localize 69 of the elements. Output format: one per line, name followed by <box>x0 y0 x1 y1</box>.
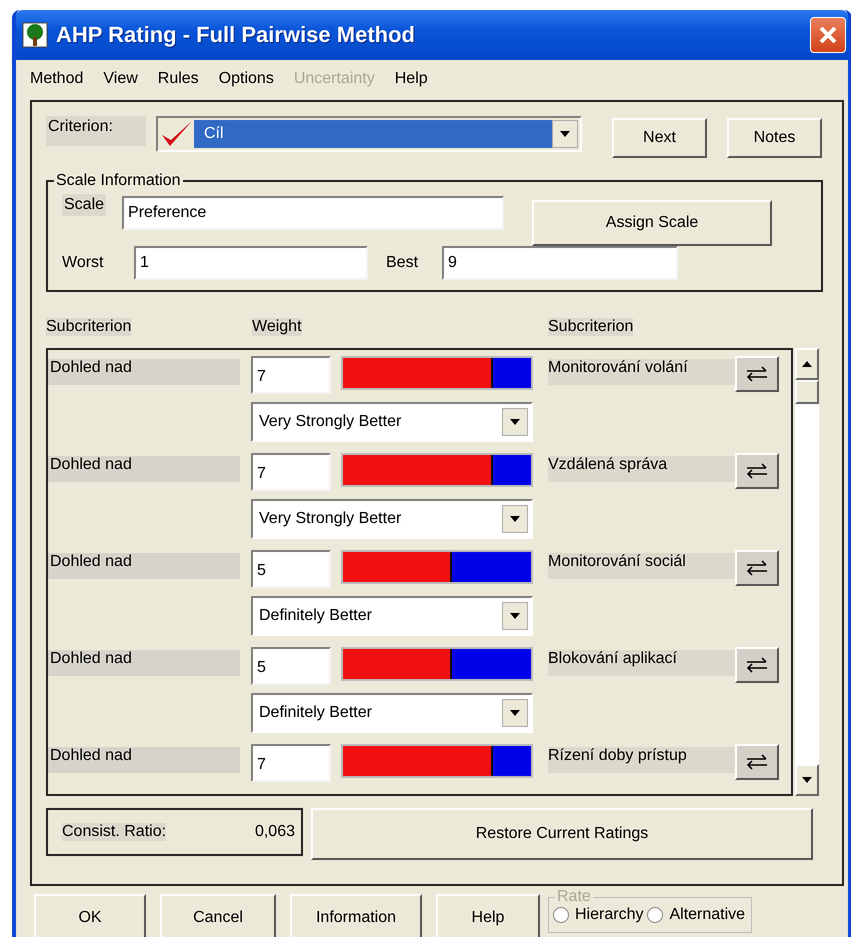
worst-field[interactable]: 1 <box>134 246 368 280</box>
restore-ratings-button[interactable]: Restore Current Ratings <box>311 808 813 860</box>
menu-item[interactable]: Rules <box>158 70 199 92</box>
subcriterion-cell: Dohled nad <box>48 553 240 579</box>
weight-field[interactable]: 7 <box>251 356 331 394</box>
consistency-value: 0,063 <box>254 823 295 841</box>
best-label: Best <box>386 254 420 272</box>
weight-field[interactable]: 5 <box>251 647 331 685</box>
tree-icon <box>22 22 48 48</box>
swap-arrows-icon <box>746 754 768 770</box>
scrollbar[interactable] <box>795 348 819 796</box>
caret-icon <box>559 130 571 138</box>
column-header: Subcriterion <box>46 318 132 336</box>
group-title: Scale Information <box>55 172 182 190</box>
group-title: Rate <box>556 888 592 906</box>
criterion-dropdown[interactable]: Cíl <box>156 116 582 152</box>
caret-icon <box>509 515 521 523</box>
swap-button[interactable] <box>735 744 779 780</box>
verbal-dropdown[interactable]: Very Strongly Better <box>251 402 533 442</box>
consistency-label: Consist. Ratio: <box>62 823 166 841</box>
caret-icon <box>801 776 813 784</box>
swap-arrows-icon <box>746 560 768 576</box>
weight-field[interactable]: 7 <box>251 453 331 491</box>
subcriterion-cell: Dohled nad <box>48 747 240 773</box>
subcriterion-cell: Vzdálená správa <box>548 456 738 482</box>
weight-field[interactable]: 7 <box>251 744 331 782</box>
swap-button[interactable] <box>735 550 779 586</box>
dialog-button[interactable]: Cancel <box>160 894 276 937</box>
window-title: AHP Rating - Full Pairwise Method <box>56 22 416 48</box>
swap-arrows-icon <box>746 657 768 673</box>
subcriterion-cell: Monitorování sociál <box>548 553 738 579</box>
weight-field[interactable]: 5 <box>251 550 331 588</box>
verbal-dropdown[interactable]: Very Strongly Better <box>251 499 533 539</box>
verbal-dropdown[interactable]: Definitely Better <box>251 596 533 636</box>
assign-scale-button[interactable]: Assign Scale <box>532 200 772 246</box>
close-button[interactable] <box>810 17 846 53</box>
criterion-label: Criterion: <box>46 116 146 146</box>
dialog-button[interactable]: OK <box>34 894 146 937</box>
scale-field[interactable]: Preference <box>122 196 504 230</box>
column-header: Weight <box>252 318 302 336</box>
menu-item[interactable]: Options <box>218 70 274 92</box>
dialog-button[interactable]: Help <box>436 894 540 937</box>
dialog-button[interactable]: Information <box>290 894 422 937</box>
worst-label: Worst <box>62 254 104 272</box>
swap-arrows-icon <box>746 366 768 382</box>
verbal-dropdown[interactable]: Definitely Better <box>251 693 533 733</box>
menu-item[interactable]: Method <box>30 70 84 92</box>
swap-arrows-icon <box>746 463 768 479</box>
menu-item[interactable]: Help <box>394 70 428 92</box>
subcriterion-cell: Rízení doby prístup <box>548 747 738 773</box>
column-header: Subcriterion <box>548 318 634 336</box>
scrollbar-thumb[interactable] <box>795 380 819 404</box>
dialog-button[interactable]: Next <box>612 118 707 158</box>
dialog-button[interactable]: Notes <box>727 118 822 158</box>
caret-icon <box>509 709 521 717</box>
swap-button[interactable] <box>735 453 779 489</box>
scale-label: Scale <box>62 194 106 216</box>
subcriterion-cell: Dohled nad <box>48 359 240 385</box>
caret-icon <box>509 418 521 426</box>
subcriterion-cell: Blokování aplikací <box>548 650 738 676</box>
subcriterion-cell: Dohled nad <box>48 650 240 676</box>
subcriterion-cell: Monitorování volání <box>548 359 738 385</box>
caret-icon <box>801 360 813 368</box>
swap-button[interactable] <box>735 356 779 392</box>
menu-item[interactable]: View <box>103 70 138 92</box>
swap-button[interactable] <box>735 647 779 683</box>
caret-icon <box>509 612 521 620</box>
best-field[interactable]: 9 <box>442 246 678 280</box>
subcriterion-cell: Dohled nad <box>48 456 240 482</box>
